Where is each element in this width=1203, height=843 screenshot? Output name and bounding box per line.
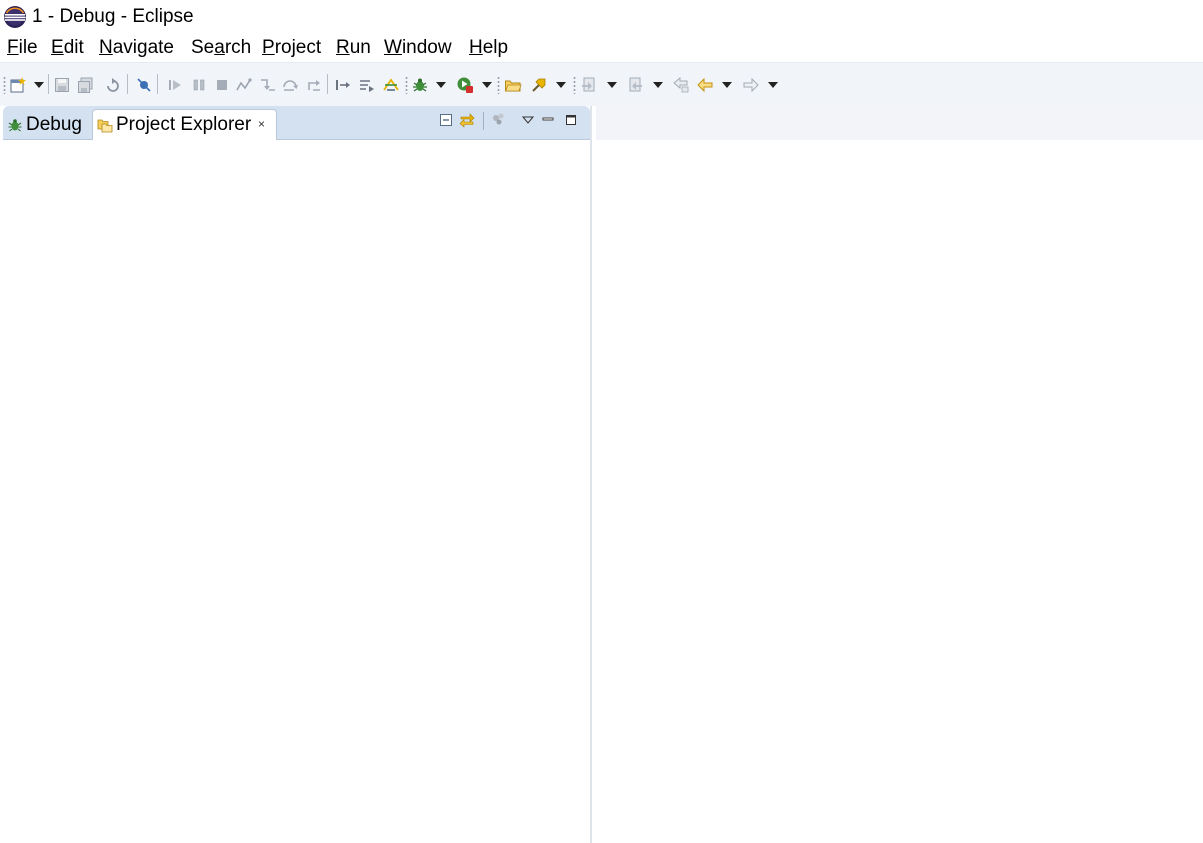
- prev-annotation-dropdown-icon[interactable]: [653, 82, 663, 88]
- menu-run[interactable]: Run: [336, 37, 371, 59]
- project-explorer-view: Debug Project Explorer ×: [3, 106, 592, 843]
- forward-dropdown-icon[interactable]: [768, 82, 778, 88]
- use-step-filters-icon[interactable]: [357, 75, 377, 95]
- debug-dropdown-icon[interactable]: [436, 82, 446, 88]
- toolbar-separator: [48, 74, 49, 94]
- collapse-all-icon[interactable]: [438, 112, 454, 128]
- debug-overlay-icon[interactable]: [381, 75, 401, 95]
- next-annotation-icon[interactable]: [579, 75, 599, 95]
- skip-breakpoints-icon[interactable]: [134, 75, 154, 95]
- maximize-icon[interactable]: [563, 112, 579, 128]
- menu-bar: File Edit Navigate Search Project Run Wi…: [0, 34, 1203, 62]
- toolbar-separator: [327, 74, 328, 94]
- tab-project-explorer[interactable]: Project Explorer ×: [92, 109, 277, 140]
- save-icon[interactable]: [52, 75, 72, 95]
- open-type-icon[interactable]: [503, 75, 523, 95]
- save-all-icon[interactable]: [75, 75, 95, 95]
- last-edit-location-icon[interactable]: [671, 75, 691, 95]
- menu-window[interactable]: Window: [384, 37, 452, 59]
- menu-search[interactable]: Search: [191, 37, 251, 59]
- menu-file[interactable]: File: [7, 37, 38, 59]
- new-dropdown-icon[interactable]: [34, 82, 44, 88]
- link-with-editor-icon[interactable]: [459, 112, 475, 128]
- tab-project-explorer-label: Project Explorer: [116, 114, 252, 135]
- back-icon[interactable]: [695, 75, 715, 95]
- view-tab-bar: Debug Project Explorer ×: [3, 106, 590, 140]
- drop-to-frame-icon[interactable]: [333, 75, 353, 95]
- step-over-icon[interactable]: [280, 75, 300, 95]
- eclipse-logo-icon: [3, 5, 27, 29]
- tab-debug[interactable]: Debug: [7, 109, 82, 140]
- toolbar-grip[interactable]: [3, 76, 6, 94]
- debug-icon[interactable]: [410, 75, 430, 95]
- toolbar-grip[interactable]: [573, 76, 576, 94]
- minimize-icon[interactable]: [540, 112, 556, 128]
- close-icon[interactable]: ×: [258, 118, 270, 130]
- main-toolbar: [0, 62, 1203, 106]
- run-icon[interactable]: [455, 75, 475, 95]
- title-bar: 1 - Debug - Eclipse: [0, 0, 1203, 34]
- filter-icon[interactable]: [491, 112, 507, 128]
- step-return-icon[interactable]: [304, 75, 324, 95]
- tab-debug-label: Debug: [26, 113, 82, 135]
- menu-edit[interactable]: Edit: [51, 37, 84, 59]
- external-tools-dropdown-icon[interactable]: [556, 82, 566, 88]
- suspend-icon[interactable]: [189, 75, 209, 95]
- editor-area[interactable]: [596, 106, 1203, 843]
- window-title: 1 - Debug - Eclipse: [32, 6, 194, 27]
- toolbar-grip[interactable]: [405, 76, 408, 94]
- refresh-icon[interactable]: [103, 75, 123, 95]
- editor-tab-bar: [596, 106, 1203, 140]
- toolbar-separator: [127, 74, 128, 94]
- view-toolbar-separator: [483, 112, 484, 130]
- menu-help[interactable]: Help: [469, 37, 508, 59]
- resume-icon[interactable]: [165, 75, 185, 95]
- step-into-icon[interactable]: [257, 75, 277, 95]
- disconnect-icon[interactable]: [233, 75, 253, 95]
- external-tools-icon[interactable]: [529, 75, 549, 95]
- run-dropdown-icon[interactable]: [482, 82, 492, 88]
- prev-annotation-icon[interactable]: [625, 75, 645, 95]
- next-annotation-dropdown-icon[interactable]: [607, 82, 617, 88]
- project-explorer-folder-icon: [97, 117, 113, 133]
- view-menu-icon[interactable]: [520, 112, 536, 128]
- forward-icon[interactable]: [741, 75, 761, 95]
- terminate-icon[interactable]: [212, 75, 232, 95]
- new-wizard-icon[interactable]: [8, 75, 28, 95]
- menu-navigate[interactable]: Navigate: [99, 37, 174, 59]
- back-dropdown-icon[interactable]: [722, 82, 732, 88]
- toolbar-grip[interactable]: [497, 76, 500, 94]
- toolbar-separator: [157, 74, 158, 94]
- project-explorer-tree[interactable]: [3, 140, 590, 843]
- menu-project[interactable]: Project: [262, 37, 321, 59]
- debug-bug-icon: [7, 117, 23, 133]
